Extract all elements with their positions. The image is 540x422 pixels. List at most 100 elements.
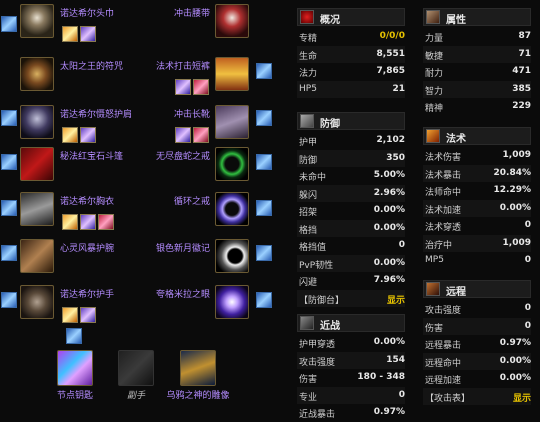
weapon-name[interactable]: 副手 — [104, 391, 168, 401]
item-name[interactable]: 无尽盘蛇之戒 — [156, 149, 210, 162]
item-icon[interactable] — [215, 239, 249, 273]
equipment-slot[interactable]: 诺达希尔慑怒护肩 — [0, 103, 150, 151]
enchant-icon[interactable] — [1, 245, 17, 261]
gem-socket-icon[interactable] — [80, 307, 96, 323]
crossed-swords-icon — [300, 316, 314, 330]
gem-socket-icon[interactable] — [62, 307, 78, 323]
stat-row: 法术加速 0.00% — [423, 199, 531, 217]
equipment-slot[interactable]: 太阳之王的符咒 — [0, 55, 150, 103]
item-icon[interactable] — [215, 285, 249, 319]
gem-socket-icon[interactable] — [175, 127, 191, 143]
enchant-icon[interactable] — [256, 110, 272, 126]
stat-value: 0 — [398, 240, 405, 250]
item-icon[interactable] — [20, 57, 54, 91]
stat-label: HP5 — [299, 83, 317, 94]
stat-value[interactable]: 显示 — [513, 391, 531, 404]
enchant-icon[interactable] — [66, 328, 82, 344]
gem-socket-icon[interactable] — [80, 214, 96, 230]
stat-label: 攻击强度 — [425, 306, 462, 316]
item-icon[interactable] — [20, 192, 54, 226]
stat-value: 180 - 348 — [357, 372, 405, 382]
gem-socket-icon[interactable] — [80, 127, 96, 143]
stat-row: 远程暴击 0.97% — [423, 335, 531, 352]
gem-socket-icon[interactable] — [62, 26, 78, 42]
enchant-icon[interactable] — [256, 63, 272, 79]
item-name[interactable]: 心灵风暴护腕 — [60, 241, 114, 254]
enchant-icon[interactable] — [1, 16, 17, 32]
panel-title: 远程 — [446, 287, 466, 298]
item-icon[interactable] — [20, 285, 54, 319]
item-icon[interactable] — [20, 147, 54, 181]
stat-value[interactable]: 显示 — [387, 293, 405, 306]
item-name[interactable]: 夸格米拉之眼 — [156, 287, 210, 300]
enchant-icon[interactable] — [256, 154, 272, 170]
stat-label: 法术穿透 — [425, 223, 462, 233]
stat-row: 闪避 7.96% — [297, 272, 405, 289]
item-icon[interactable] — [20, 239, 54, 273]
stat-label: 攻击强度 — [299, 357, 336, 368]
item-icon[interactable] — [215, 105, 249, 139]
gem-socket-icon[interactable] — [62, 214, 78, 230]
item-icon[interactable] — [215, 4, 249, 38]
stat-value: 2,102 — [376, 135, 405, 145]
weapon-icon[interactable] — [57, 350, 93, 386]
weapon-name[interactable]: 乌鸦之神的雕像 — [166, 391, 230, 401]
item-icon[interactable] — [215, 57, 249, 91]
item-name[interactable]: 太阳之王的符咒 — [60, 59, 123, 72]
item-name[interactable]: 诺达希尔头巾 — [60, 6, 114, 19]
weapon-icon[interactable] — [180, 350, 216, 386]
equipment-slot[interactable]: 诺达希尔胸衣 — [0, 190, 150, 238]
stat-label: 法师命中 — [425, 188, 462, 198]
equipment-slot[interactable]: 诺达希尔头巾 — [0, 2, 150, 50]
enchant-icon[interactable] — [256, 245, 272, 261]
panel-header-defense: 防御 — [297, 112, 405, 130]
stat-label: 近战暴击 — [299, 410, 336, 420]
stat-row: 护甲穿透 0.00% — [297, 334, 405, 351]
weapon-name[interactable]: 节点钥匙 — [43, 391, 107, 401]
item-name[interactable]: 冲击长靴 — [174, 107, 210, 120]
item-name[interactable]: 法术打击短裤 — [156, 59, 210, 72]
enchant-icon[interactable] — [256, 200, 272, 216]
enchant-icon[interactable] — [256, 292, 272, 308]
equipment-slot[interactable]: 诺达希尔护手 — [0, 283, 150, 331]
stat-row: 专业 0 — [297, 386, 405, 404]
panel-title: 近战 — [320, 321, 340, 332]
stat-label: 【攻击表】 — [425, 393, 471, 404]
item-name[interactable]: 冲击腰带 — [174, 6, 210, 19]
enchant-icon[interactable] — [1, 200, 17, 216]
gem-socket-icon[interactable] — [98, 214, 114, 230]
gem-socket-icon[interactable] — [80, 26, 96, 42]
gem-socket-icon[interactable] — [193, 79, 209, 95]
weapon-icon[interactable] — [118, 350, 154, 386]
stat-value: 471 — [512, 66, 531, 76]
item-icon[interactable] — [20, 4, 54, 38]
stat-label: 躲闪 — [299, 190, 318, 201]
gem-socket-icon[interactable] — [193, 127, 209, 143]
item-name[interactable]: 诺达希尔护手 — [60, 287, 114, 300]
equipment-slot[interactable]: 秘法红宝石斗篷 — [0, 145, 150, 193]
enchant-icon[interactable] — [1, 154, 17, 170]
equipment-slot[interactable]: 冲击腰带 — [150, 2, 280, 50]
stat-row: 伤害 0 — [423, 317, 531, 335]
item-icon[interactable] — [215, 192, 249, 226]
stat-row: 护甲 2,102 — [297, 132, 405, 149]
stat-value: 21 — [392, 83, 405, 94]
item-name[interactable]: 银色新月徽记 — [156, 241, 210, 254]
stat-row: 智力 385 — [423, 80, 531, 98]
gem-socket-icon[interactable] — [62, 127, 78, 143]
stat-label: 远程命中 — [425, 358, 462, 369]
item-name[interactable]: 秘法红宝石斗篷 — [60, 149, 123, 162]
enchant-icon[interactable] — [1, 110, 17, 126]
panel-title: 法术 — [446, 134, 466, 145]
item-name[interactable]: 诺达希尔胸衣 — [60, 194, 114, 207]
item-name[interactable]: 循环之戒 — [174, 194, 210, 207]
item-name[interactable]: 诺达希尔慑怒护肩 — [60, 107, 132, 120]
stat-label: MP5 — [425, 255, 444, 265]
stat-value: 350 — [386, 152, 405, 163]
gem-socket-icon[interactable] — [175, 79, 191, 95]
stat-label: 专精 — [299, 34, 318, 44]
equipment-slot[interactable]: 心灵风暴护腕 — [0, 237, 150, 285]
enchant-icon[interactable] — [1, 292, 17, 308]
item-icon[interactable] — [20, 105, 54, 139]
item-icon[interactable] — [215, 147, 249, 181]
